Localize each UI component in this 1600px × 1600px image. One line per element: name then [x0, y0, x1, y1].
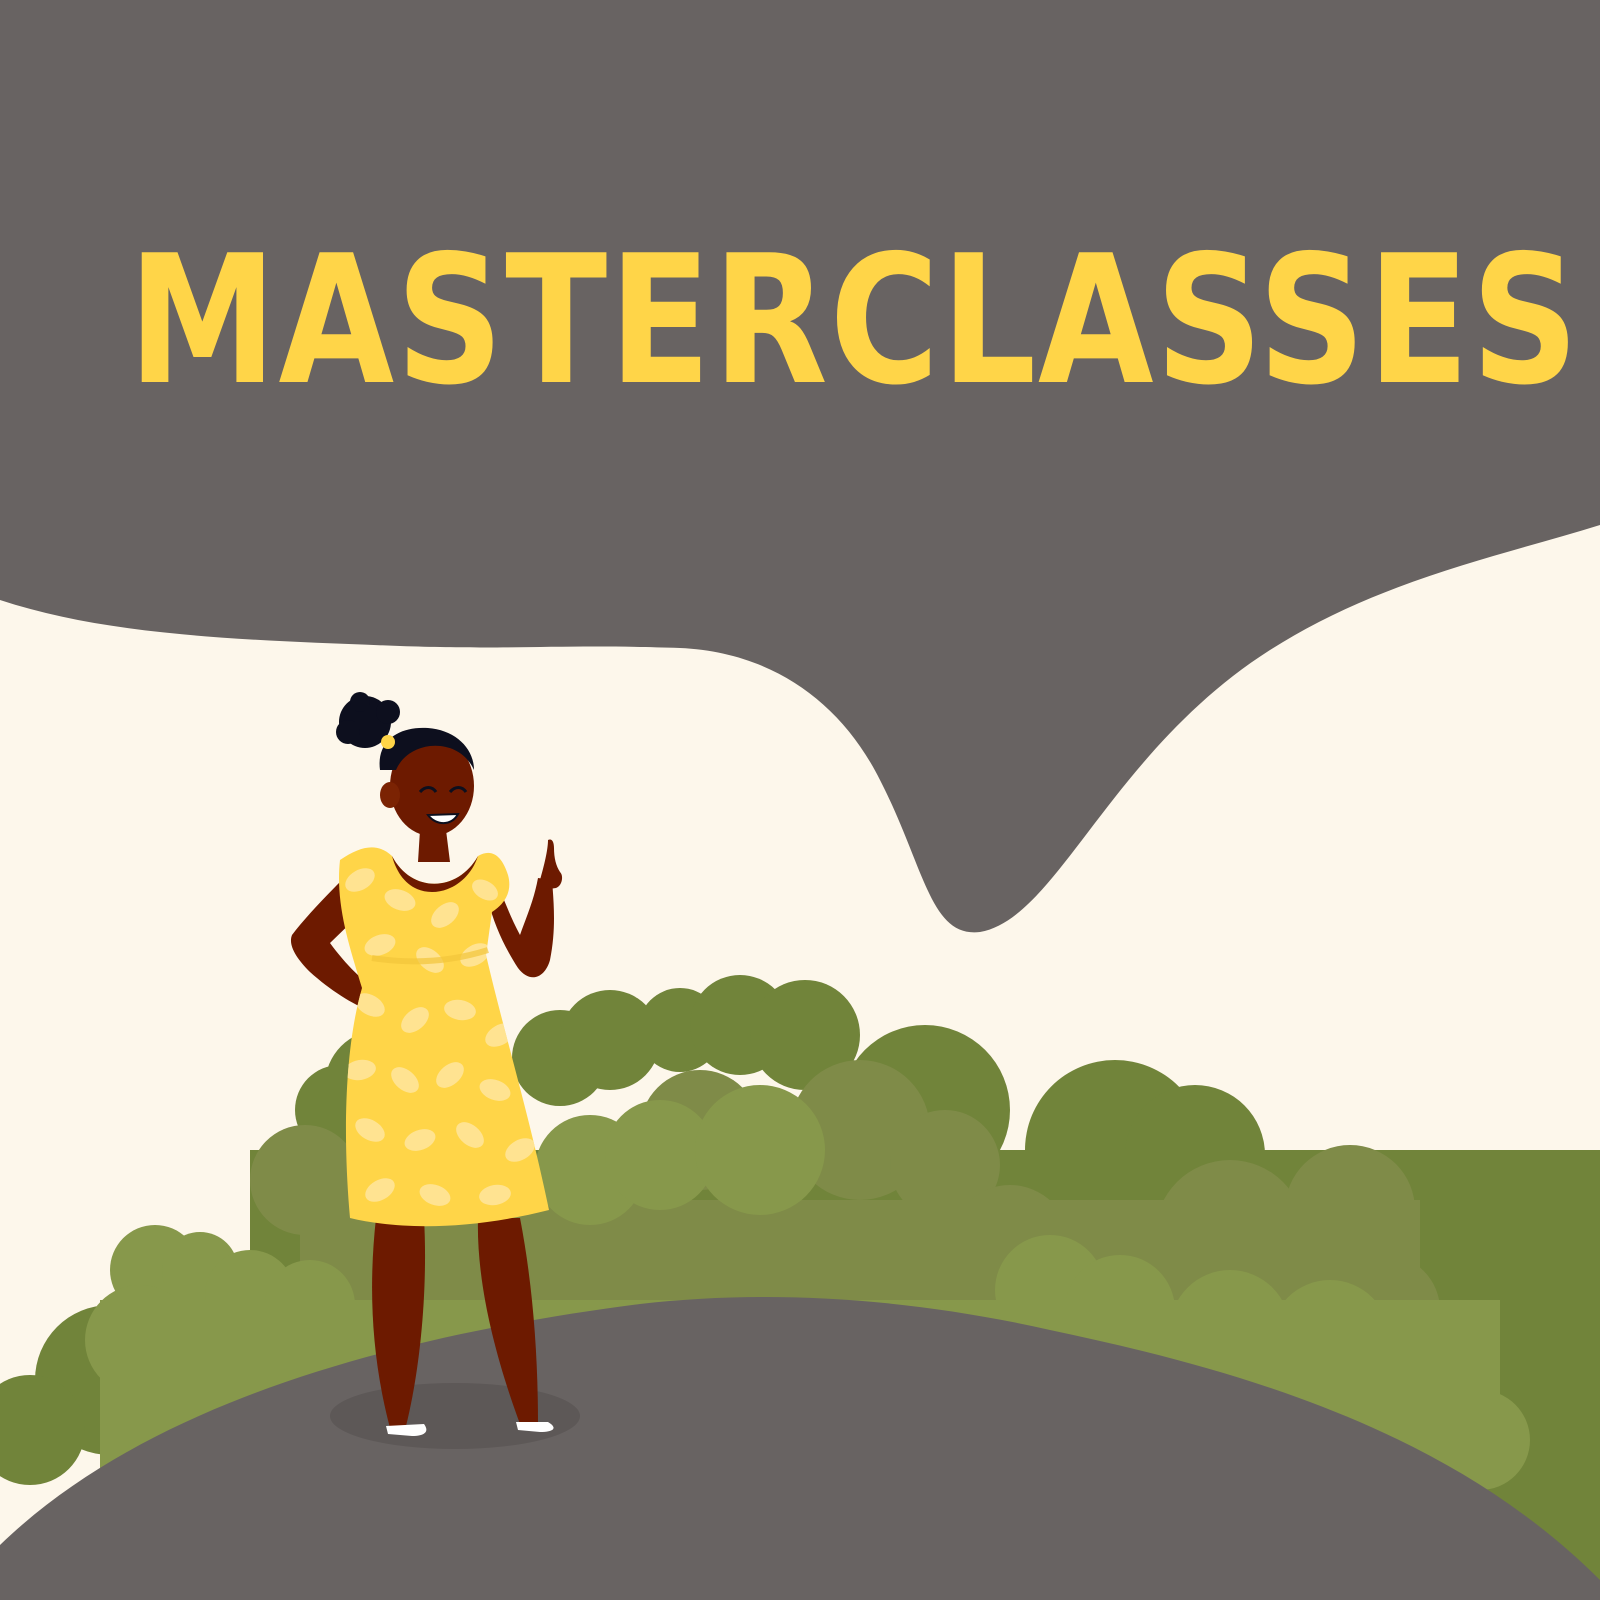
left-shoe: [386, 1424, 427, 1436]
hair-tie: [381, 735, 395, 749]
character-shadow: [330, 1383, 580, 1449]
ear: [380, 782, 400, 808]
page-title: MASTERCLASSES: [128, 217, 1581, 424]
